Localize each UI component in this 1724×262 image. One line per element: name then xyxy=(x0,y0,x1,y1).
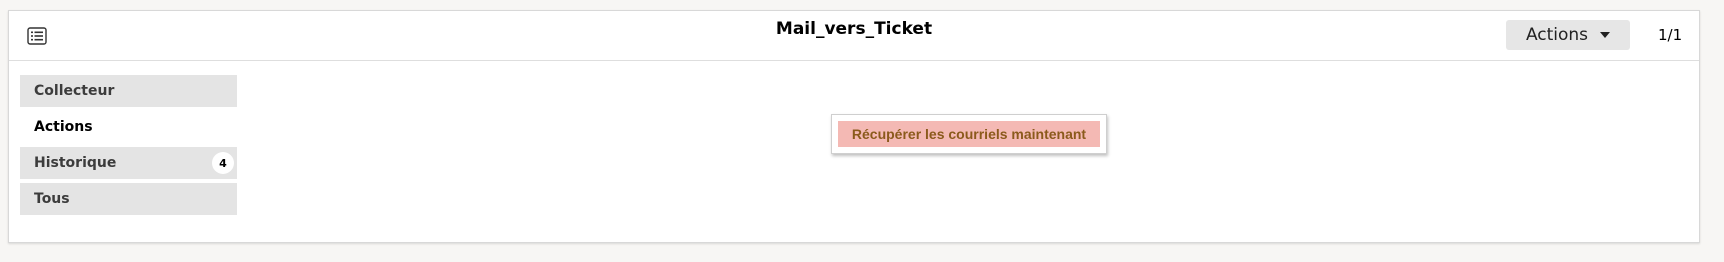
tab-historique[interactable]: Historique 4 xyxy=(20,147,237,179)
actions-dropdown-label: Actions xyxy=(1525,25,1589,45)
form-header: Mail_vers_Ticket Actions 1/1 xyxy=(9,11,1699,61)
tab-collecteur[interactable]: Collecteur xyxy=(20,75,237,107)
fetch-mail-now-button[interactable]: Récupérer les courriels maintenant xyxy=(838,121,1100,147)
page-title: Mail_vers_Ticket xyxy=(775,19,933,39)
caret-down-icon xyxy=(1600,32,1611,38)
actions-card: Récupérer les courriels maintenant xyxy=(831,114,1107,154)
tab-list: Collecteur Actions Historique 4 Tous xyxy=(20,75,237,219)
count-badge: 4 xyxy=(212,152,234,174)
tab-label: Historique xyxy=(34,155,117,171)
tab-label: Collecteur xyxy=(34,83,115,99)
tab-tous[interactable]: Tous xyxy=(20,183,237,215)
pager: 1/1 xyxy=(1658,26,1683,44)
tab-label: Actions xyxy=(34,119,93,135)
tab-actions[interactable]: Actions xyxy=(20,111,237,143)
tab-label: Tous xyxy=(34,191,70,207)
form-panel: Mail_vers_Ticket Actions 1/1 Collecteur … xyxy=(8,10,1700,243)
actions-dropdown-button[interactable]: Actions xyxy=(1506,20,1630,50)
